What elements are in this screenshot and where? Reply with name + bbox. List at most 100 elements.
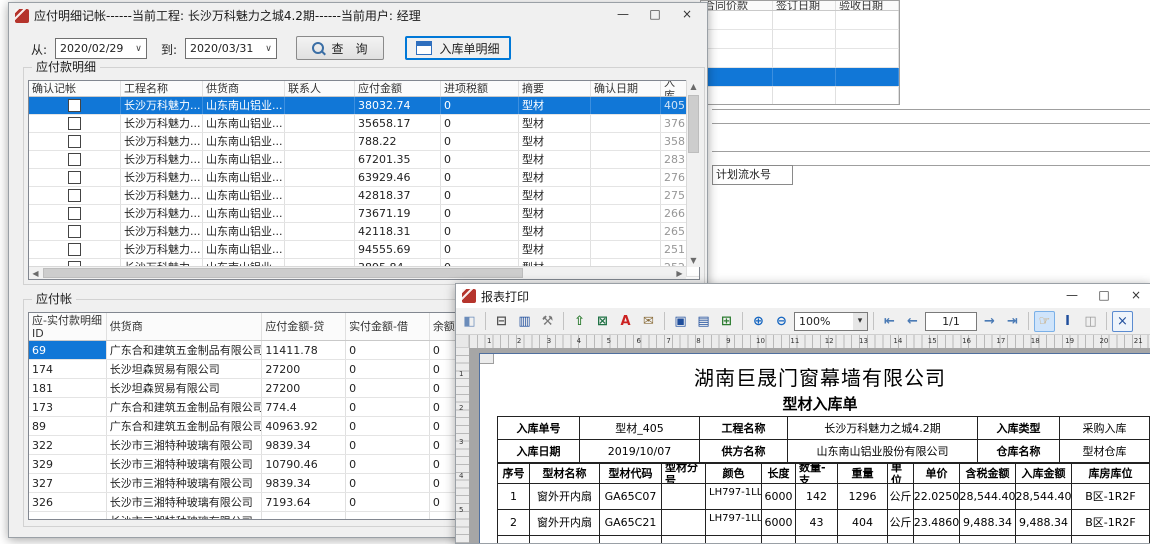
- table-cell[interactable]: [591, 151, 661, 168]
- table-cell[interactable]: [285, 97, 355, 114]
- table-cell[interactable]: [29, 205, 121, 222]
- table-cell[interactable]: 89: [29, 417, 107, 435]
- table-cell[interactable]: 长沙万科魅力...: [121, 97, 203, 114]
- table-cell[interactable]: 0: [346, 436, 430, 454]
- table-cell[interactable]: 长沙坦森贸易有限公司: [107, 379, 263, 397]
- column-header[interactable]: 序号: [498, 464, 530, 483]
- table-cell[interactable]: 山东南山铝业...: [203, 223, 285, 240]
- table-cell[interactable]: 0: [441, 97, 519, 114]
- table-cell[interactable]: 63929.46: [355, 169, 441, 186]
- panel-toggle-icon[interactable]: ◧: [459, 311, 480, 332]
- table-cell[interactable]: 山东南山铝业...: [203, 97, 285, 114]
- payable-window-titlebar[interactable]: 应付明细记帐------当前工程: 长沙万科魅力之城4.2期------当前用户…: [9, 3, 707, 28]
- table-cell[interactable]: 405: [661, 97, 687, 114]
- table-cell[interactable]: 266: [661, 205, 687, 222]
- table-cell[interactable]: 9839.34: [262, 436, 346, 454]
- table-cell[interactable]: 283: [661, 151, 687, 168]
- zoom-in-icon[interactable]: ⊕: [748, 311, 769, 332]
- table-cell[interactable]: 山东南山铝业...: [203, 151, 285, 168]
- column-header[interactable]: 进项税额: [441, 81, 519, 96]
- scroll-up-icon[interactable]: ▲: [687, 80, 700, 93]
- table-cell[interactable]: LH797-1LL: [706, 484, 762, 509]
- table-cell[interactable]: [836, 87, 899, 105]
- column-header[interactable]: 供货商: [203, 81, 285, 96]
- table-cell[interactable]: 73671.19: [355, 205, 441, 222]
- table-cell[interactable]: 774.4: [262, 398, 346, 416]
- column-header[interactable]: 单价: [914, 464, 960, 483]
- minimize-button[interactable]: —: [1056, 285, 1088, 305]
- table-cell[interactable]: [591, 205, 661, 222]
- table-cell[interactable]: GA65C21: [600, 510, 662, 535]
- table-cell[interactable]: 长沙市三湘特种玻璃有限公司: [107, 493, 263, 511]
- column-header[interactable]: 含税金额: [960, 464, 1016, 483]
- table-cell[interactable]: 长沙万科魅力...: [121, 169, 203, 186]
- table-cell[interactable]: 型材: [519, 223, 591, 240]
- table-cell[interactable]: 型材: [519, 241, 591, 258]
- table-cell[interactable]: 322: [29, 436, 107, 454]
- table-cell[interactable]: 型材仓库: [1060, 440, 1150, 462]
- next-page-icon[interactable]: →: [979, 311, 1000, 332]
- table-cell[interactable]: [285, 205, 355, 222]
- table-cell[interactable]: [773, 11, 836, 29]
- column-header[interactable]: 型材代码: [600, 464, 662, 483]
- table-cell[interactable]: [29, 241, 121, 258]
- table-cell[interactable]: B区-1R2F: [1072, 484, 1150, 509]
- table-cell[interactable]: [285, 169, 355, 186]
- column-header[interactable]: 验收日期: [836, 1, 899, 10]
- copy-icon[interactable]: ◫: [1080, 311, 1101, 332]
- table-cell[interactable]: 358: [661, 133, 687, 150]
- tools-icon[interactable]: ⚒: [537, 311, 558, 332]
- column-header[interactable]: 型材分号: [662, 464, 706, 483]
- document-icon[interactable]: ▤: [693, 311, 714, 332]
- table-cell[interactable]: 9,488.34: [960, 510, 1016, 535]
- table-cell[interactable]: 329: [29, 455, 107, 473]
- report-window-titlebar[interactable]: 报表打印: [456, 284, 1150, 308]
- table-cell[interactable]: 长沙万科魅力...: [121, 133, 203, 150]
- table-cell[interactable]: [285, 133, 355, 150]
- table-cell[interactable]: 0: [441, 241, 519, 258]
- table-cell[interactable]: 27200: [262, 360, 346, 378]
- chevron-down-icon[interactable]: ∨: [131, 44, 146, 54]
- table-cell[interactable]: 长沙万科魅力...: [121, 115, 203, 132]
- table-cell[interactable]: [773, 30, 836, 48]
- table-cell[interactable]: 0: [346, 474, 430, 492]
- table-cell[interactable]: 入库日期: [498, 440, 580, 462]
- table-cell[interactable]: 山东南山铝业...: [203, 133, 285, 150]
- table-cell[interactable]: 型材: [519, 187, 591, 204]
- table-cell[interactable]: 0: [346, 493, 430, 511]
- close-button[interactable]: ×: [1120, 285, 1150, 305]
- table-cell[interactable]: [773, 68, 836, 86]
- table-cell[interactable]: 长沙市三湘特种玻璃有限公司: [107, 436, 263, 454]
- table-cell[interactable]: 型材: [519, 205, 591, 222]
- table-cell[interactable]: GA65C07: [600, 484, 662, 509]
- scroll-right-icon[interactable]: ▶: [673, 267, 686, 280]
- table-row[interactable]: 长沙万科魅力...山东南山铝业...63929.460型材276: [29, 169, 699, 187]
- table-row[interactable]: [701, 68, 899, 87]
- table-cell[interactable]: 94555.69: [355, 241, 441, 258]
- table-cell[interactable]: 山东南山铝业...: [203, 241, 285, 258]
- column-header[interactable]: 入库金额: [1016, 464, 1072, 483]
- table-row[interactable]: 长沙万科魅力...山东南山铝业...94555.690型材251: [29, 241, 699, 259]
- table-cell[interactable]: [285, 187, 355, 204]
- table-row[interactable]: [701, 11, 899, 30]
- table-cell[interactable]: [701, 68, 773, 86]
- table-cell[interactable]: [29, 187, 121, 204]
- column-header[interactable]: 颜色: [706, 464, 762, 483]
- table-cell[interactable]: [29, 133, 121, 150]
- table-cell[interactable]: 0: [441, 115, 519, 132]
- table-cell[interactable]: [662, 510, 706, 535]
- grid-add-icon[interactable]: ⊞: [716, 311, 737, 332]
- confirm-checkbox[interactable]: [68, 171, 81, 184]
- column-header[interactable]: 签订日期: [773, 1, 836, 10]
- column-header[interactable]: 长度: [762, 464, 796, 483]
- table-cell[interactable]: 788.22: [355, 133, 441, 150]
- table-cell[interactable]: [346, 512, 430, 520]
- table-cell[interactable]: 6000: [762, 484, 796, 509]
- column-header[interactable]: 重量: [838, 464, 888, 483]
- table-row[interactable]: 2窗外开内扇GA65C21LH797-1LL600043404公斤23.4860…: [498, 510, 1150, 536]
- table-cell[interactable]: 广东合和建筑五金制品有限公司: [107, 417, 263, 435]
- table-cell[interactable]: 174: [29, 360, 107, 378]
- table-cell[interactable]: [836, 49, 899, 67]
- table-cell[interactable]: 0: [441, 205, 519, 222]
- table-row[interactable]: 长沙万科魅力...山东南山铝业...42118.310型材265: [29, 223, 699, 241]
